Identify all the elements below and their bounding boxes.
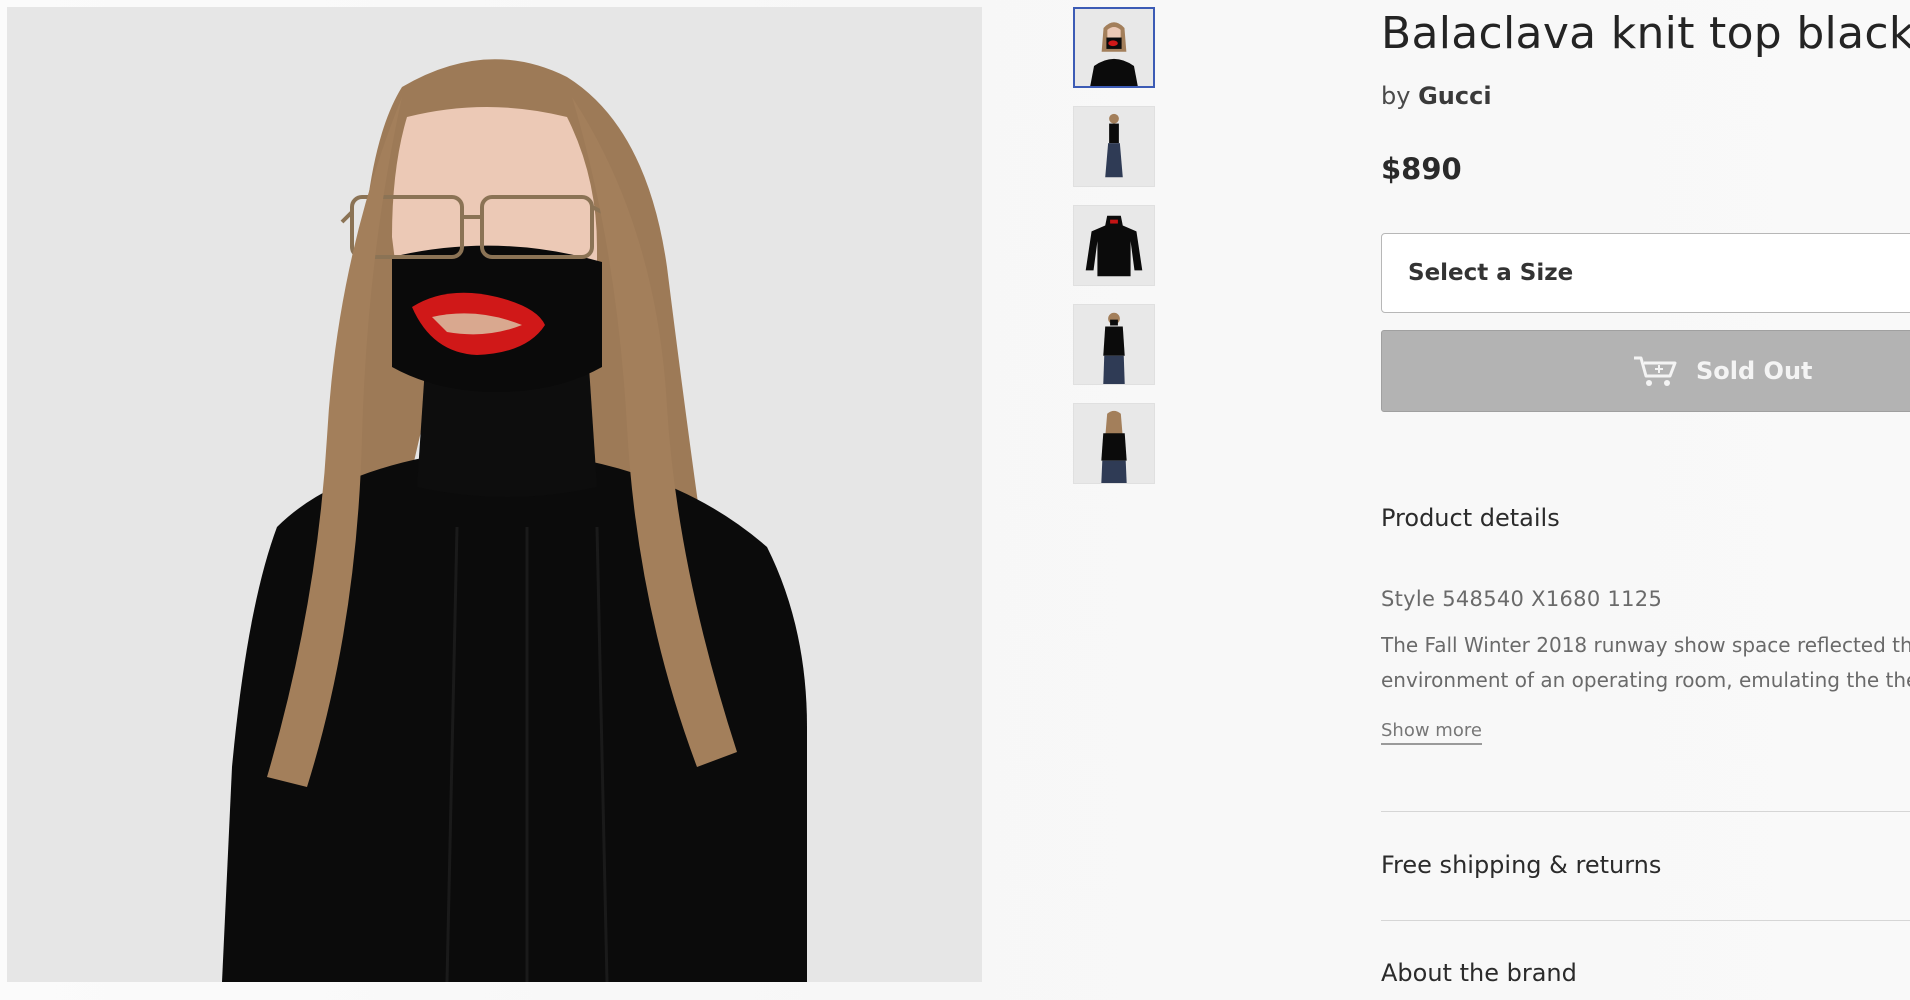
product-byline: by Gucci <box>1381 82 1492 110</box>
product-title: Balaclava knit top black <box>1381 8 1910 59</box>
thumbnail-image <box>1074 404 1154 483</box>
size-select[interactable]: Select a Size <box>1381 233 1910 313</box>
cart-icon <box>1632 354 1678 388</box>
thumbnail-strip <box>1073 7 1155 502</box>
thumbnail-full-length[interactable] <box>1073 106 1155 187</box>
about-brand-heading[interactable]: About the brand <box>1381 959 1577 987</box>
sold-out-label: Sold Out <box>1696 357 1813 385</box>
thumbnail-model-back[interactable] <box>1073 403 1155 484</box>
product-price: $890 <box>1381 152 1462 186</box>
shipping-returns-heading[interactable]: Free shipping & returns <box>1381 851 1661 879</box>
divider <box>1381 920 1910 921</box>
byline-prefix: by <box>1381 82 1411 110</box>
sold-out-button[interactable]: Sold Out <box>1381 330 1910 412</box>
size-select-label: Select a Size <box>1408 260 1574 286</box>
description-line: The Fall Winter 2018 runway show space r… <box>1381 633 1910 657</box>
thumbnail-image <box>1074 107 1154 186</box>
thumbnail-front-closeup[interactable] <box>1073 7 1155 88</box>
description-line: environment of an operating room, emulat… <box>1381 668 1910 692</box>
product-details-panel: Balaclava knit top black by Gucci $890 S… <box>1381 0 1910 1000</box>
thumbnail-image <box>1074 305 1154 384</box>
model-illustration <box>7 7 982 982</box>
product-description: The Fall Winter 2018 runway show space r… <box>1381 628 1910 698</box>
thumbnail-model-front[interactable] <box>1073 304 1155 385</box>
thumbnail-image <box>1075 9 1153 86</box>
brand-link[interactable]: Gucci <box>1418 82 1491 110</box>
thumbnail-image <box>1074 206 1154 285</box>
show-more-link[interactable]: Show more <box>1381 720 1482 745</box>
main-product-image[interactable] <box>7 7 982 982</box>
style-number: Style 548540 X1680 1125 <box>1381 587 1663 611</box>
divider <box>1381 811 1910 812</box>
product-details-heading: Product details <box>1381 504 1560 532</box>
thumbnail-sweater-flat[interactable] <box>1073 205 1155 286</box>
product-page: Balaclava knit top black by Gucci $890 S… <box>0 0 1910 1000</box>
